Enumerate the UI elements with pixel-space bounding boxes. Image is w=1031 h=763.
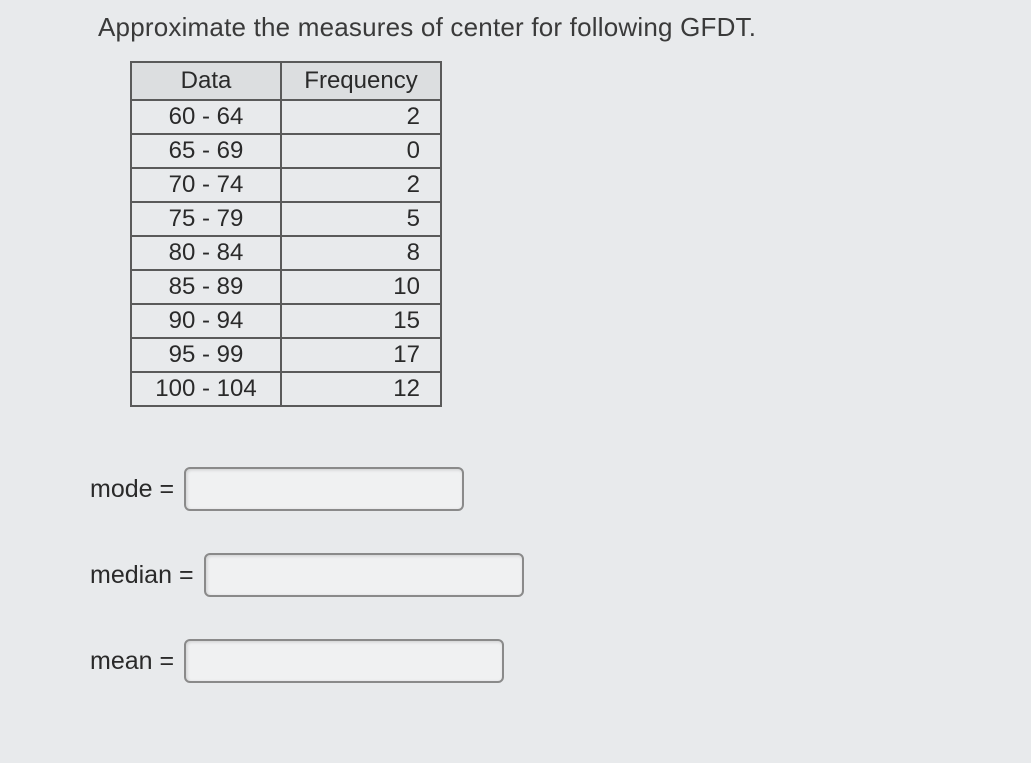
freq-cell: 8 [281, 236, 441, 270]
freq-cell: 5 [281, 202, 441, 236]
mean-label: mean = [90, 647, 174, 676]
table-row: 65 - 69 0 [131, 134, 441, 168]
freq-cell: 17 [281, 338, 441, 372]
mean-input[interactable] [184, 639, 504, 683]
table-row: 85 - 89 10 [131, 270, 441, 304]
freq-cell: 12 [281, 372, 441, 406]
data-cell: 80 - 84 [131, 236, 281, 270]
table-row: 100 - 104 12 [131, 372, 441, 406]
median-label: median = [90, 561, 194, 590]
median-input[interactable] [204, 553, 524, 597]
answers-section: mode = median = mean = [90, 467, 1031, 683]
table-header-row: Data Frequency [131, 62, 441, 100]
median-row: median = [90, 553, 1031, 597]
data-cell: 70 - 74 [131, 168, 281, 202]
table-row: 60 - 64 2 [131, 100, 441, 134]
data-cell: 75 - 79 [131, 202, 281, 236]
data-cell: 95 - 99 [131, 338, 281, 372]
freq-cell: 10 [281, 270, 441, 304]
mean-row: mean = [90, 639, 1031, 683]
header-frequency: Frequency [281, 62, 441, 100]
data-cell: 65 - 69 [131, 134, 281, 168]
mode-row: mode = [90, 467, 1031, 511]
mode-input[interactable] [184, 467, 464, 511]
frequency-table: Data Frequency 60 - 64 2 65 - 69 0 70 - … [130, 61, 442, 407]
data-cell: 90 - 94 [131, 304, 281, 338]
table-row: 70 - 74 2 [131, 168, 441, 202]
frequency-table-wrap: Data Frequency 60 - 64 2 65 - 69 0 70 - … [130, 61, 1031, 407]
freq-cell: 2 [281, 168, 441, 202]
table-row: 95 - 99 17 [131, 338, 441, 372]
header-data: Data [131, 62, 281, 100]
freq-cell: 15 [281, 304, 441, 338]
instruction-text: Approximate the measures of center for f… [0, 0, 1031, 61]
table-row: 75 - 79 5 [131, 202, 441, 236]
data-cell: 85 - 89 [131, 270, 281, 304]
freq-cell: 0 [281, 134, 441, 168]
freq-cell: 2 [281, 100, 441, 134]
data-cell: 100 - 104 [131, 372, 281, 406]
data-cell: 60 - 64 [131, 100, 281, 134]
question-page: Approximate the measures of center for f… [0, 0, 1031, 763]
mode-label: mode = [90, 475, 174, 504]
table-row: 90 - 94 15 [131, 304, 441, 338]
table-row: 80 - 84 8 [131, 236, 441, 270]
